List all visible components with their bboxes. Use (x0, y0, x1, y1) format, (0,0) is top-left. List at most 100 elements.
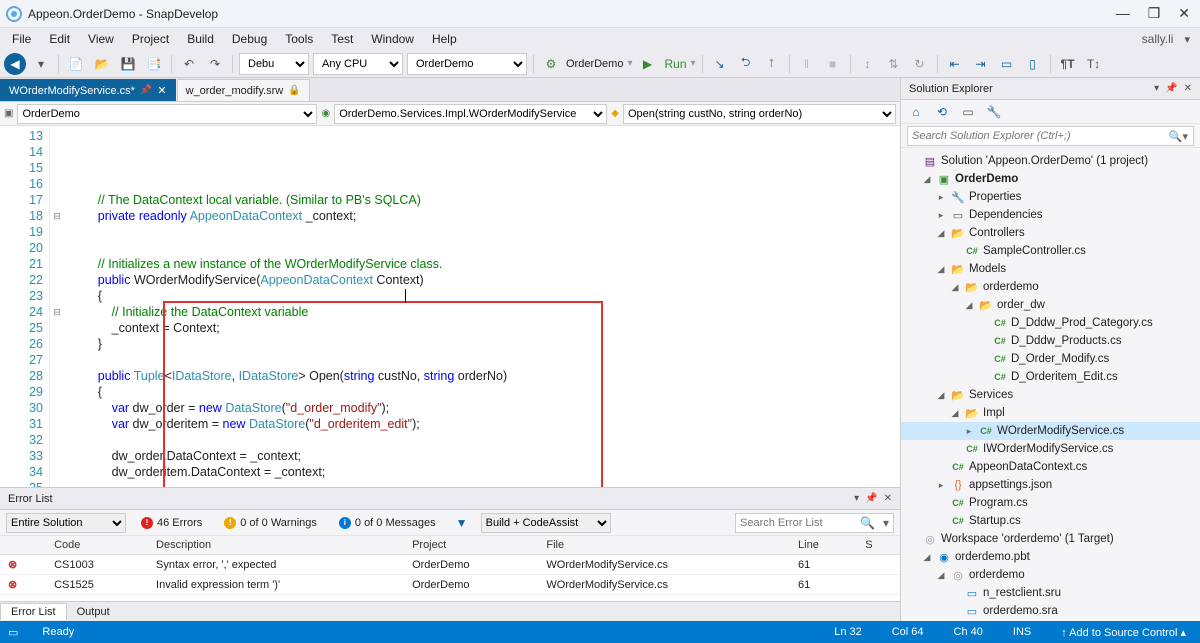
menu-file[interactable]: File (4, 30, 39, 48)
filter-icon[interactable]: ▼ (451, 512, 473, 534)
tree-node[interactable]: D_Order_Modify.cs (901, 350, 1200, 368)
tree-node[interactable]: ▸Dependencies (901, 206, 1200, 224)
menu-view[interactable]: View (80, 30, 122, 48)
user-label[interactable]: sally.li ▾ (1126, 30, 1196, 48)
code-content[interactable]: // The DataContext local variable. (Simi… (64, 126, 900, 487)
error-search[interactable]: 🔍 ▾ (735, 513, 894, 533)
solution-tree[interactable]: Solution 'Appeon.OrderDemo' (1 project)◢… (901, 148, 1200, 621)
class-selector[interactable]: OrderDemo.Services.Impl.WOrderModifyServ… (334, 104, 607, 124)
tree-node[interactable]: SampleController.cs (901, 242, 1200, 260)
startup-selector[interactable]: OrderDemo (407, 53, 527, 75)
save-all-icon[interactable]: 📑 (143, 53, 165, 75)
tree-node[interactable]: ▸Properties (901, 188, 1200, 206)
run-label[interactable]: Run (665, 57, 687, 71)
search-dropdown-icon[interactable]: ▾ (879, 516, 893, 530)
tab-w-order-modify[interactable]: w_order_modify.srw 🔒 (177, 79, 310, 101)
tree-node[interactable]: ◢orderdemo (901, 278, 1200, 296)
tab-wordermodifyservice[interactable]: WOrderModifyService.cs* 📌 ✕ (0, 79, 176, 101)
tree-node[interactable]: ◢Services (901, 386, 1200, 404)
se-close-icon[interactable]: ✕ (1184, 83, 1192, 94)
pin-icon[interactable]: 📌 (140, 85, 152, 96)
tree-node[interactable]: Program.cs (901, 494, 1200, 512)
se-properties-icon[interactable]: 🔧 (983, 101, 1005, 123)
close-tab-icon[interactable]: ✕ (157, 84, 166, 97)
errors-badge[interactable]: !46 Errors (134, 513, 209, 533)
build-filter-selector[interactable]: Build + CodeAssist (481, 513, 611, 533)
save-icon[interactable]: 💾 (117, 53, 139, 75)
search-icon[interactable]: 🔍 (856, 516, 879, 530)
step-out-icon[interactable]: ⭡ (761, 53, 783, 75)
misc-icon-1[interactable]: ↕ (857, 53, 879, 75)
panel-close-icon[interactable]: ✕ (884, 493, 892, 504)
error-row[interactable]: ⊗CS1003Syntax error, ',' expectedOrderDe… (0, 555, 900, 575)
tree-node[interactable]: str_order_parm.srs (901, 620, 1200, 621)
step-into-icon[interactable]: ↘ (709, 53, 731, 75)
error-row[interactable]: ⊗CS1525Invalid expression term ')'OrderD… (0, 575, 900, 595)
member-selector[interactable]: Open(string custNo, string orderNo) (623, 104, 896, 124)
tree-node[interactable]: n_restclient.sru (901, 584, 1200, 602)
uncomment-icon[interactable]: ▯ (1022, 53, 1044, 75)
warnings-badge[interactable]: !0 of 0 Warnings (217, 513, 324, 533)
code-editor[interactable]: 1314151617181920212223242526272829303132… (0, 126, 900, 487)
config-selector[interactable]: Debug (239, 53, 309, 75)
maximize-button[interactable]: ❐ (1144, 5, 1165, 22)
error-grid[interactable]: CodeDescriptionProjectFileLineS ⊗CS1003S… (0, 536, 900, 601)
tree-node[interactable]: ◢order_dw (901, 296, 1200, 314)
menu-tools[interactable]: Tools (277, 30, 321, 48)
menu-debug[interactable]: Debug (224, 30, 275, 48)
tree-node[interactable]: D_Orderitem_Edit.cs (901, 368, 1200, 386)
misc-icon-3[interactable]: ↻ (909, 53, 931, 75)
debug-target-label[interactable]: OrderDemo (566, 58, 623, 70)
nav-fwd-button[interactable]: ▾ (30, 53, 52, 75)
tree-node[interactable]: ▸appsettings.json (901, 476, 1200, 494)
tab-output[interactable]: Output (67, 604, 120, 620)
close-button[interactable]: ✕ (1174, 5, 1194, 22)
status-source-control[interactable]: ↑ Add to Source Control ▴ (1055, 626, 1192, 639)
comment-icon[interactable]: ▭ (996, 53, 1018, 75)
tree-node[interactable]: ◢orderdemo.pbt (901, 548, 1200, 566)
undo-icon[interactable]: ↶ (178, 53, 200, 75)
panel-dropdown-icon[interactable]: ▾ (854, 493, 859, 504)
tree-node[interactable]: AppeonDataContext.cs (901, 458, 1200, 476)
tree-node[interactable]: IWOrderModifyService.cs (901, 440, 1200, 458)
se-pin-icon[interactable]: 📌 (1165, 83, 1177, 94)
menu-window[interactable]: Window (363, 30, 422, 48)
tree-node[interactable]: ▸WOrderModifyService.cs (901, 422, 1200, 440)
se-dropdown-icon[interactable]: ▾ (1154, 83, 1159, 94)
minimize-button[interactable]: — (1112, 5, 1134, 22)
tree-node[interactable]: ◢Controllers (901, 224, 1200, 242)
tree-node[interactable]: orderdemo.sra (901, 602, 1200, 620)
se-sync-icon[interactable]: ⟲ (931, 101, 953, 123)
tree-node[interactable]: Solution 'Appeon.OrderDemo' (1 project) (901, 152, 1200, 170)
se-collapse-icon[interactable]: ▭ (957, 101, 979, 123)
open-icon[interactable]: 📂 (91, 53, 113, 75)
tree-node[interactable]: ◢Models (901, 260, 1200, 278)
messages-badge[interactable]: i0 of 0 Messages (332, 513, 443, 533)
new-item-icon[interactable]: 📄 (65, 53, 87, 75)
tree-node[interactable]: ◢OrderDemo (901, 170, 1200, 188)
menu-build[interactable]: Build (179, 30, 222, 48)
tab-error-list[interactable]: Error List (0, 603, 67, 620)
tree-node[interactable]: D_Dddw_Products.cs (901, 332, 1200, 350)
fold-gutter[interactable]: ⊟⊟⊟ (50, 126, 64, 487)
menu-project[interactable]: Project (124, 30, 177, 48)
indent-icon[interactable]: ⇥ (970, 53, 992, 75)
outdent-icon[interactable]: ⇤ (944, 53, 966, 75)
redo-icon[interactable]: ↷ (204, 53, 226, 75)
tree-node[interactable]: Startup.cs (901, 512, 1200, 530)
nav-back-button[interactable]: ◀ (4, 53, 26, 75)
menu-test[interactable]: Test (323, 30, 361, 48)
tree-node[interactable]: D_Dddw_Prod_Category.cs (901, 314, 1200, 332)
run-icon[interactable]: ▶ (637, 53, 659, 75)
misc-icon-2[interactable]: ⇅ (883, 53, 905, 75)
debug-target-icon[interactable]: ⚙ (540, 53, 562, 75)
platform-selector[interactable]: Any CPU (313, 53, 403, 75)
tree-node[interactable]: ◢Impl (901, 404, 1200, 422)
menu-help[interactable]: Help (424, 30, 465, 48)
search-icon[interactable]: 🔍▾ (1169, 130, 1188, 143)
solution-search-input[interactable] (907, 126, 1194, 146)
panel-pin-icon[interactable]: 📌 (865, 493, 877, 504)
tree-node[interactable]: ◢orderdemo (901, 566, 1200, 584)
text-icon-1[interactable]: ¶T (1057, 53, 1079, 75)
menu-edit[interactable]: Edit (41, 30, 78, 48)
